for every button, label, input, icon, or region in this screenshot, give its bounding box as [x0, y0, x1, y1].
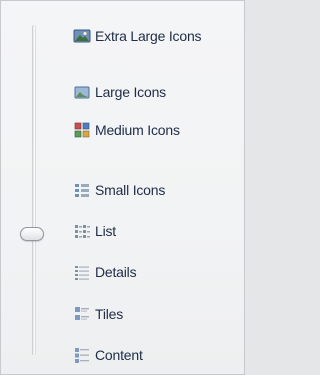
- menu-item-label: Large Icons: [95, 84, 166, 100]
- extra-large-icons-icon: [73, 27, 91, 45]
- medium-icons-icon: [73, 121, 91, 139]
- tiles-icon: [73, 305, 91, 323]
- view-size-slider-thumb[interactable]: [20, 227, 44, 241]
- menu-item-content[interactable]: Content: [73, 344, 143, 366]
- menu-item-list[interactable]: List: [73, 220, 116, 242]
- menu-item-label: Content: [95, 347, 143, 363]
- menu-item-extra-large-icons[interactable]: Extra Large Icons: [73, 25, 202, 47]
- menu-item-label: List: [95, 223, 116, 239]
- menu-item-details[interactable]: Details: [73, 261, 137, 283]
- large-icons-icon: [73, 83, 91, 101]
- menu-item-label: Medium Icons: [95, 122, 180, 138]
- menu-item-label: Extra Large Icons: [95, 28, 202, 44]
- menu-item-tiles[interactable]: Tiles: [73, 303, 123, 325]
- view-size-menu: Extra Large Icons Large Icons Medium Ico…: [0, 0, 245, 375]
- menu-item-label: Tiles: [95, 306, 124, 322]
- content-icon: [73, 346, 91, 364]
- menu-item-label: Small Icons: [95, 182, 166, 198]
- list-icon: [73, 222, 91, 240]
- menu-item-medium-icons[interactable]: Medium Icons: [73, 119, 180, 141]
- details-icon: [73, 263, 91, 281]
- small-icons-icon: [73, 181, 91, 199]
- menu-item-small-icons[interactable]: Small Icons: [73, 179, 165, 201]
- menu-item-large-icons[interactable]: Large Icons: [73, 81, 166, 103]
- menu-item-label: Details: [95, 264, 137, 280]
- view-size-slider-track[interactable]: [32, 25, 36, 355]
